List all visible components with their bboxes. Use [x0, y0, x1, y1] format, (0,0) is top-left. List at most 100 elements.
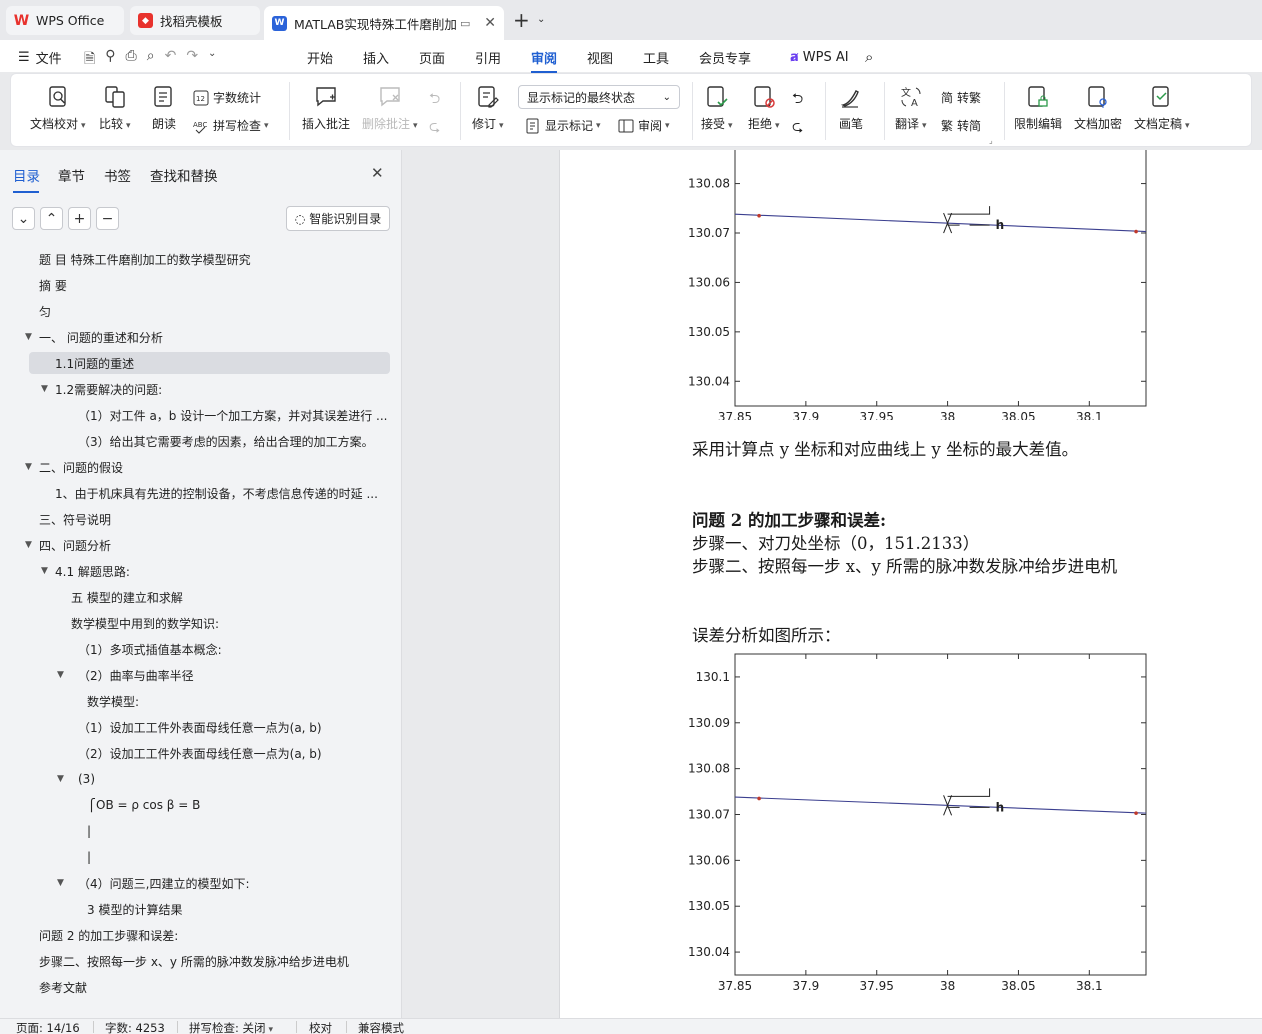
toc-item[interactable]: 题 目 特殊工件磨削加工的数学模型研究	[0, 248, 398, 270]
collapse-caret-icon[interactable]: ▼	[57, 670, 64, 680]
nav-tab-toc[interactable]: 目录	[13, 165, 40, 193]
add-heading-button[interactable]: +	[68, 207, 91, 230]
restrict-edit-button[interactable]: 限制编辑	[1014, 84, 1062, 132]
next-revision-icon[interactable]: ⮎	[792, 116, 803, 140]
print-preview-icon[interactable]: ⌕	[147, 48, 155, 72]
tab-docer-templates[interactable]: ◆ 找稻壳模板	[130, 6, 260, 35]
to-traditional-button[interactable]: 简 转繁	[941, 89, 981, 106]
menu-page[interactable]: 页面	[419, 46, 445, 68]
toc-item[interactable]: （1）设加工工件外表面母线任意一点为(a, b)	[0, 716, 398, 738]
toc-item[interactable]: 数学模型:	[0, 690, 398, 712]
proof-status[interactable]: 校对	[309, 1020, 332, 1034]
collapse-caret-icon[interactable]: ▼	[25, 462, 32, 472]
toc-item[interactable]: 3 模型的计算结果	[0, 898, 398, 920]
toc-item[interactable]: ▼ 一、 问题的重述和分析	[0, 326, 398, 348]
menu-insert[interactable]: 插入	[363, 46, 389, 68]
monitor-icon[interactable]: ▭	[460, 17, 470, 30]
word-count-button[interactable]: 12 字数统计	[193, 89, 261, 106]
collapse-all-button[interactable]: ⌃	[40, 207, 63, 230]
toc-item[interactable]: ⎧OB = ρ cos β = B	[0, 794, 398, 816]
toc-item[interactable]: |	[0, 820, 398, 842]
remove-heading-button[interactable]: −	[96, 207, 119, 230]
accept-button[interactable]: 接受 ▾	[701, 84, 733, 132]
word-count-indicator[interactable]: 字数: 4253	[105, 1020, 165, 1034]
show-markup-button[interactable]: 显示标记 ▾	[525, 117, 601, 134]
toc-item[interactable]: 问题 2 的加工步骤和误差:	[0, 924, 398, 946]
collapse-caret-icon[interactable]: ▼	[41, 384, 48, 394]
toc-item[interactable]: ▼ 4.1 解题思路:	[0, 560, 398, 582]
menu-start[interactable]: 开始	[307, 46, 333, 68]
toc-item[interactable]: ▼ 四、问题分析	[0, 534, 398, 556]
markup-state-select[interactable]: 显示标记的最终状态 ⌄	[518, 85, 680, 109]
menu-member[interactable]: 会员专享	[699, 46, 751, 68]
expand-all-button[interactable]: ⌄	[12, 207, 35, 230]
close-tab-icon[interactable]: ✕	[484, 15, 496, 31]
proofread-button[interactable]: 文档校对 ▾	[30, 84, 86, 132]
toc-item[interactable]: 三、符号说明	[0, 508, 398, 530]
encrypt-button[interactable]: 文档加密	[1074, 84, 1122, 132]
toc-item[interactable]: 摘 要	[0, 274, 398, 296]
toc-item[interactable]: （1）多项式插值基本概念:	[0, 638, 398, 660]
spell-check-status[interactable]: 拼写检查: 关闭 ▾	[189, 1020, 273, 1034]
wps-ai-button[interactable]: ⱥ WPS AI	[790, 46, 849, 68]
close-pane-icon[interactable]: ✕	[371, 164, 384, 182]
collapse-caret-icon[interactable]: ▼	[41, 566, 48, 576]
menu-view[interactable]: 视图	[587, 46, 613, 68]
toc-item[interactable]: |	[0, 846, 398, 868]
compare-button[interactable]: 比较 ▾	[99, 84, 131, 132]
toc-item[interactable]: 1.1问题的重述	[29, 352, 390, 374]
spell-check-button[interactable]: ABC 拼写检查 ▾	[193, 117, 269, 134]
reject-button[interactable]: 拒绝 ▾	[748, 84, 780, 132]
to-simplified-button[interactable]: 繁 转简	[941, 117, 981, 134]
toc-item[interactable]: ▼ 1.2需要解决的问题:	[0, 378, 398, 400]
toc-item[interactable]: ▼ 二、问题的假设	[0, 456, 398, 478]
document-page[interactable]: 37.85 37.9 37.95 38 38.05 38.1 130.04 130.05 130…	[559, 150, 1262, 1018]
collapse-caret-icon[interactable]: ▼	[57, 774, 64, 784]
dialog-launcher-icon[interactable]: ⌟	[989, 136, 993, 145]
tab-current-document[interactable]: W MATLAB实现特殊工件磨削加 ▭ ✕	[264, 6, 504, 40]
translate-button[interactable]: 文A 翻译 ▾	[895, 84, 927, 132]
menu-review[interactable]: 审阅	[531, 46, 558, 73]
nav-tab-find-replace[interactable]: 查找和替换	[150, 165, 218, 185]
delete-comment-button[interactable]: 删除批注 ▾	[362, 84, 418, 132]
share-icon[interactable]: ⚲	[105, 48, 115, 72]
collapse-caret-icon[interactable]: ▼	[25, 540, 32, 550]
undo-icon[interactable]: ↶	[165, 48, 177, 72]
toc-item[interactable]: 步骤二、按照每一步 x、y 所需的脉冲数发脉冲给步进电机	[0, 950, 398, 972]
search-icon[interactable]: ⌕	[865, 46, 873, 68]
previous-revision-icon[interactable]: ⮌	[792, 88, 803, 112]
file-menu[interactable]: ☰ 文件	[18, 46, 62, 68]
pen-button[interactable]: 画笔	[838, 84, 864, 132]
more-chevron-icon[interactable]: ⌄	[208, 48, 216, 72]
nav-tab-bookmarks[interactable]: 书签	[104, 165, 131, 185]
print-icon[interactable]: ⎙	[126, 48, 137, 72]
toc-item[interactable]: （2）设加工工件外表面母线任意一点为(a, b)	[0, 742, 398, 764]
toc-item[interactable]: 五 模型的建立和求解	[0, 586, 398, 608]
read-aloud-button[interactable]: 朗读	[151, 84, 177, 132]
toc-item[interactable]: ▼ （4）问题三,四建立的模型如下:	[0, 872, 398, 894]
menu-reference[interactable]: 引用	[475, 46, 501, 68]
smart-toc-button[interactable]: ◌ 智能识别目录	[286, 206, 390, 231]
nav-tab-chapters[interactable]: 章节	[58, 165, 85, 185]
collapse-caret-icon[interactable]: ▼	[57, 878, 64, 888]
save-icon[interactable]: 🗎	[84, 48, 95, 72]
revise-button[interactable]: 修订 ▾	[472, 84, 504, 132]
redo-icon[interactable]: ↷	[186, 48, 198, 72]
toc-item[interactable]: （1）对工件 a，b 设计一个加工方案，并对其误差进行 ...	[0, 404, 398, 426]
toc-item[interactable]: ▼ (3)	[0, 768, 398, 790]
toc-item[interactable]: 1、由于机床具有先进的控制设备，不考虑信息传递的时延 ...	[0, 482, 398, 504]
next-comment-icon[interactable]: ⮎	[429, 116, 440, 140]
page-indicator[interactable]: 页面: 14/16	[16, 1020, 80, 1034]
menu-tools[interactable]: 工具	[643, 46, 669, 68]
toc-item[interactable]: 匀	[0, 300, 398, 322]
previous-comment-icon[interactable]: ⮌	[429, 88, 440, 112]
toc-item[interactable]: （3）给出其它需要考虑的因素，给出合理的加工方案。	[0, 430, 398, 452]
toc-item[interactable]: 数学模型中用到的数学知识:	[0, 612, 398, 634]
toc-item[interactable]: 参考文献	[0, 976, 398, 998]
finalize-button[interactable]: 文档定稿 ▾	[1134, 84, 1190, 132]
insert-comment-button[interactable]: 插入批注	[302, 84, 350, 132]
tab-wps-office[interactable]: W WPS Office	[6, 6, 124, 35]
collapse-caret-icon[interactable]: ▼	[25, 332, 32, 342]
chevron-down-icon[interactable]: ⌄	[537, 14, 545, 25]
toc-item[interactable]: ▼ （2）曲率与曲率半径	[0, 664, 398, 686]
